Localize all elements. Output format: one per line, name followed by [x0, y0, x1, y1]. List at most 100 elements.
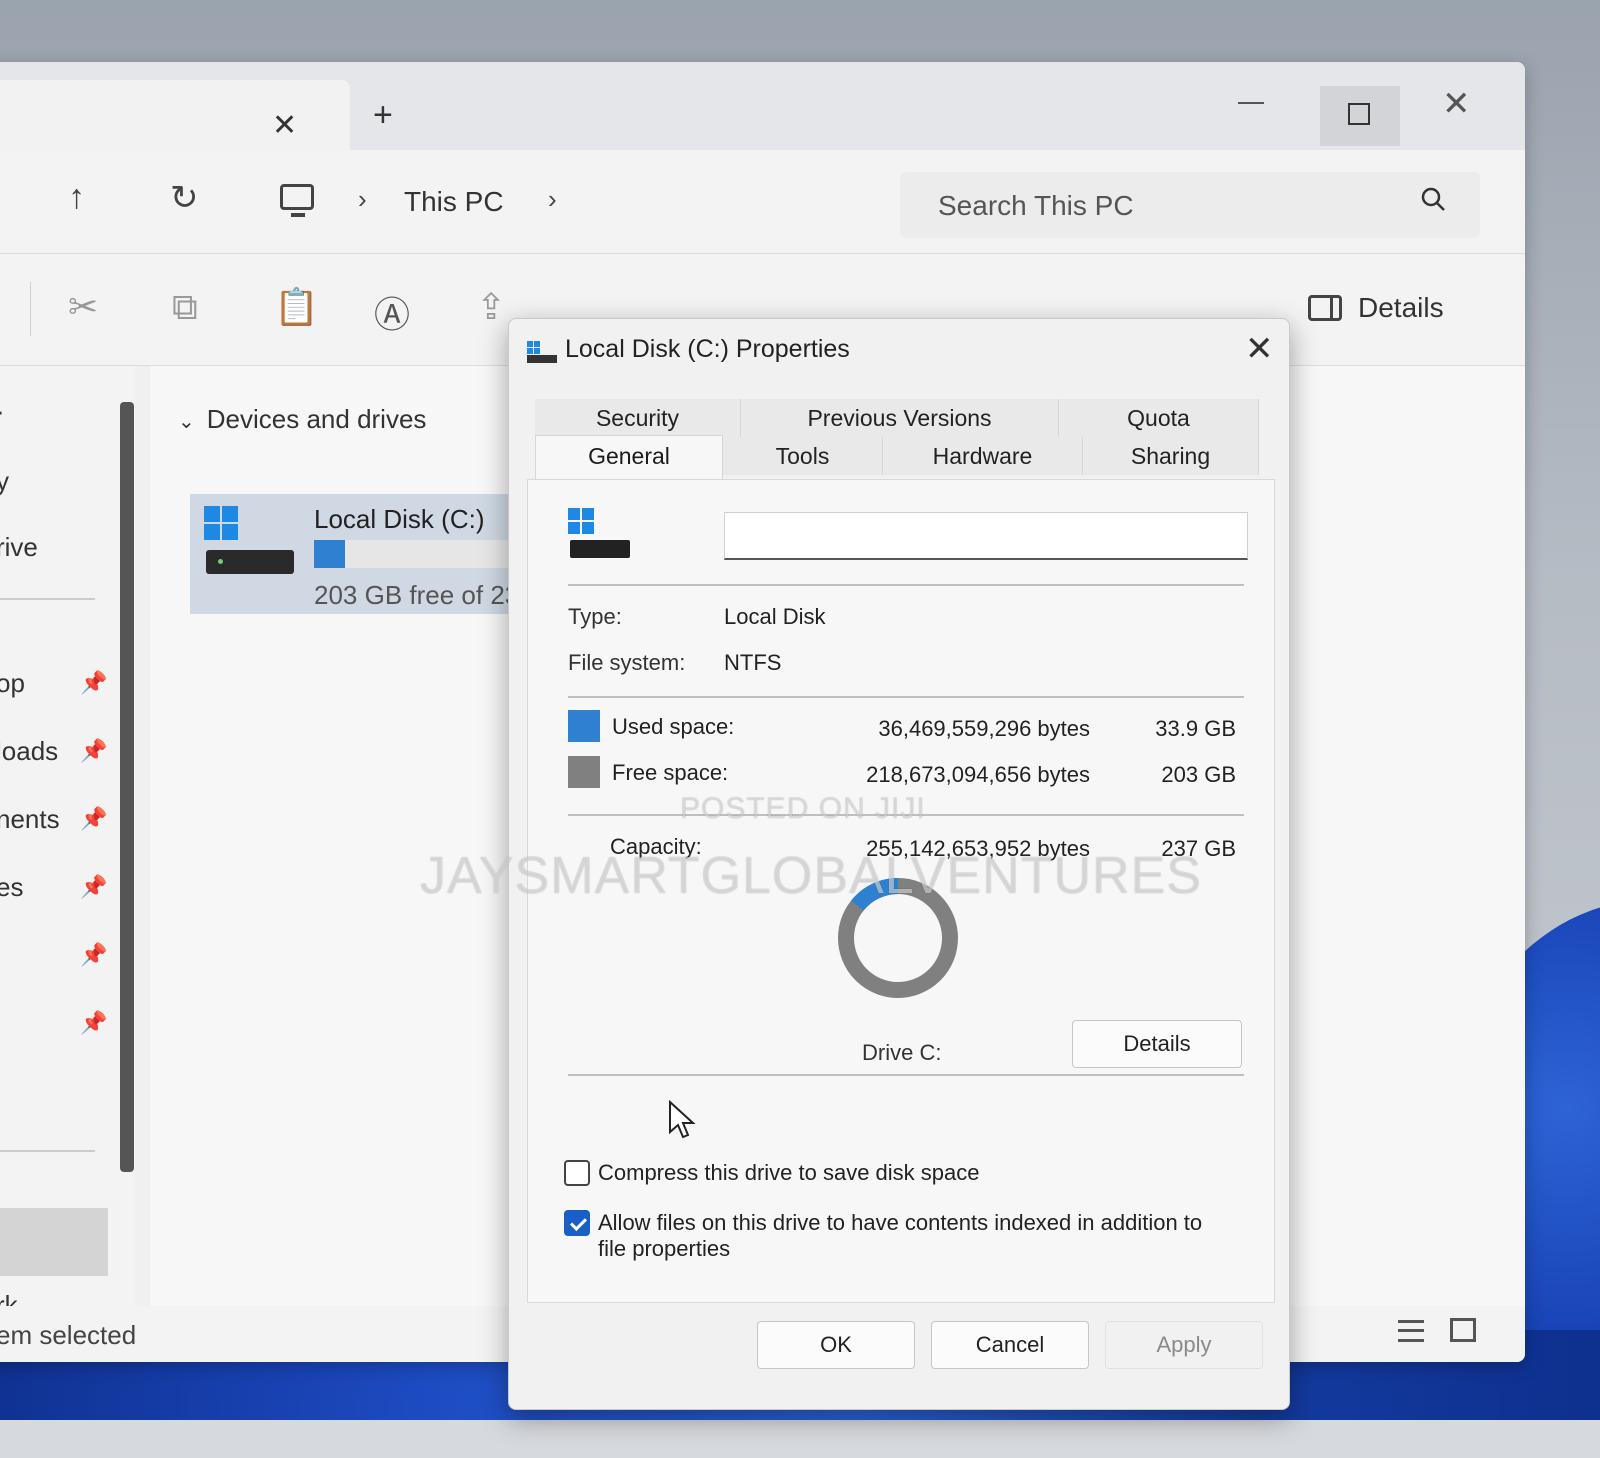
sidebar-item-pictures[interactable]: es [0, 872, 23, 903]
drive-icon [527, 341, 557, 363]
tab-previous-versions[interactable]: Previous Versions [741, 399, 1059, 437]
tab-general[interactable]: General [535, 435, 723, 481]
pin-icon: 📌 [80, 942, 108, 967]
sidebar-item[interactable]: · [0, 396, 5, 427]
cut-icon[interactable]: ✂ [68, 286, 98, 328]
pin-icon: 📌 [80, 670, 108, 695]
compress-checkbox[interactable] [564, 1160, 590, 1186]
drive-icon [568, 508, 632, 564]
sidebar-scrollbar[interactable] [120, 402, 134, 1172]
index-checkbox[interactable] [564, 1210, 590, 1236]
volume-label-input[interactable] [724, 512, 1248, 560]
used-space-label: Used space: [612, 714, 735, 739]
hard-drive-icon [570, 540, 630, 558]
tab-security[interactable]: Security [535, 399, 741, 437]
close-window-button[interactable]: ✕ [1442, 84, 1471, 124]
share-icon[interactable]: ⇪ [476, 286, 506, 328]
close-icon[interactable]: ✕ [1245, 329, 1274, 369]
windows-logo-icon [568, 508, 594, 534]
maximize-button[interactable] [1320, 86, 1400, 146]
new-tab-button[interactable]: + [373, 96, 393, 135]
disk-usage-donut [838, 878, 958, 998]
breadcrumb-this-pc[interactable]: This PC [404, 186, 504, 218]
details-pane-label: Details [1358, 292, 1444, 323]
computer-icon [280, 184, 314, 217]
close-tab-icon[interactable]: ✕ [272, 108, 297, 143]
tab-tools[interactable]: Tools [723, 437, 883, 475]
search-icon[interactable] [1420, 186, 1446, 212]
compress-label: Compress this drive to save disk space [598, 1160, 980, 1185]
capacity-bytes: 255,142,653,952 bytes [866, 836, 1090, 861]
tab-hardware[interactable]: Hardware [883, 437, 1083, 475]
taskbar[interactable] [0, 1420, 1600, 1458]
up-arrow-icon[interactable]: ↑ [68, 178, 85, 217]
free-space-bytes: 218,673,094,656 bytes [866, 762, 1090, 787]
tab-strip: Security Previous Versions Quota Tools H… [535, 399, 1275, 481]
separator [568, 584, 1244, 586]
chevron-right-icon[interactable]: › [548, 184, 557, 215]
chevron-right-icon[interactable]: › [358, 184, 367, 215]
sidebar-item-downloads[interactable]: loads [0, 736, 58, 767]
search-placeholder: Search This PC [938, 190, 1134, 221]
ok-button[interactable]: OK [757, 1321, 915, 1369]
free-space-gb: 203 GB [1161, 762, 1236, 787]
title-bar: ✕ + ✕ [0, 62, 1525, 150]
pin-icon: 📌 [80, 806, 108, 831]
sidebar-divider [0, 1150, 95, 1152]
properties-dialog: Local Disk (C:) Properties ✕ Security Pr… [508, 318, 1290, 1410]
details-view-icon[interactable] [1398, 1320, 1424, 1342]
used-space-swatch [568, 710, 600, 742]
drive-usage-fill [314, 540, 345, 568]
hard-drive-icon [206, 550, 294, 574]
paste-icon[interactable]: 📋 [274, 286, 319, 328]
maximize-icon [1348, 103, 1370, 125]
devices-section-header[interactable]: ⌄ Devices and drives [178, 404, 426, 435]
free-space-label: Free space: [612, 760, 729, 785]
disk-cleanup-details-button[interactable]: Details [1072, 1020, 1242, 1068]
separator [568, 696, 1244, 698]
free-space-swatch [568, 756, 600, 788]
copy-icon[interactable]: ⧉ [172, 286, 198, 329]
type-value: Local Disk [724, 604, 826, 629]
tab-row-back: Security Previous Versions Quota [535, 399, 1275, 437]
tab-sharing[interactable]: Sharing [1083, 437, 1259, 475]
sidebar-item[interactable]: y [0, 466, 9, 497]
separator [568, 814, 1244, 816]
pin-icon: 📌 [80, 738, 108, 763]
refresh-icon[interactable]: ↻ [170, 178, 199, 218]
section-title: Devices and drives [206, 404, 427, 434]
file-system-value: NTFS [724, 650, 782, 675]
tiles-view-icon[interactable] [1450, 1318, 1476, 1342]
rename-icon[interactable]: Ⓐ [374, 286, 410, 338]
used-space-bytes: 36,469,559,296 bytes [878, 716, 1090, 741]
sidebar-item-drive[interactable]: rive [0, 532, 38, 563]
tab-this-pc[interactable]: ✕ [0, 80, 350, 150]
sidebar-item-documents[interactable]: nents [0, 804, 60, 835]
pin-icon: 📌 [80, 1010, 108, 1035]
details-pane-button[interactable]: Details [1308, 292, 1444, 324]
apply-button[interactable]: Apply [1105, 1321, 1263, 1369]
tab-quota[interactable]: Quota [1059, 399, 1259, 437]
sidebar-item-desktop[interactable]: op [0, 668, 25, 699]
capacity-gb: 237 GB [1161, 836, 1236, 861]
cancel-button[interactable]: Cancel [931, 1321, 1089, 1369]
separator [568, 1074, 1244, 1076]
drive-name: Local Disk (C:) [314, 504, 485, 534]
sidebar-item-this-pc-selected[interactable] [0, 1208, 108, 1276]
chevron-down-icon: ⌄ [178, 411, 195, 433]
mouse-cursor-icon [669, 1100, 696, 1139]
navigation-pane: · y rive op 📌 loads 📌 nents 📌 es 📌 📌 📌 r… [0, 366, 135, 1320]
used-space-gb: 33.9 GB [1155, 716, 1236, 741]
toolbar-divider [30, 282, 31, 336]
search-input[interactable]: Search This PC [900, 172, 1480, 238]
drive-c-tile[interactable]: Local Disk (C:) 203 GB free of 23 [190, 494, 530, 614]
status-text: em selected [0, 1320, 137, 1350]
file-system-label: File system: [568, 650, 686, 675]
capacity-label: Capacity: [610, 834, 702, 859]
minimize-button[interactable] [1238, 102, 1264, 104]
dialog-title: Local Disk (C:) Properties [565, 335, 850, 363]
drive-caption: Drive C: [862, 1040, 942, 1065]
sidebar-divider [0, 598, 95, 600]
drive-usage-bar [314, 540, 530, 568]
used-space-arc [838, 878, 958, 998]
